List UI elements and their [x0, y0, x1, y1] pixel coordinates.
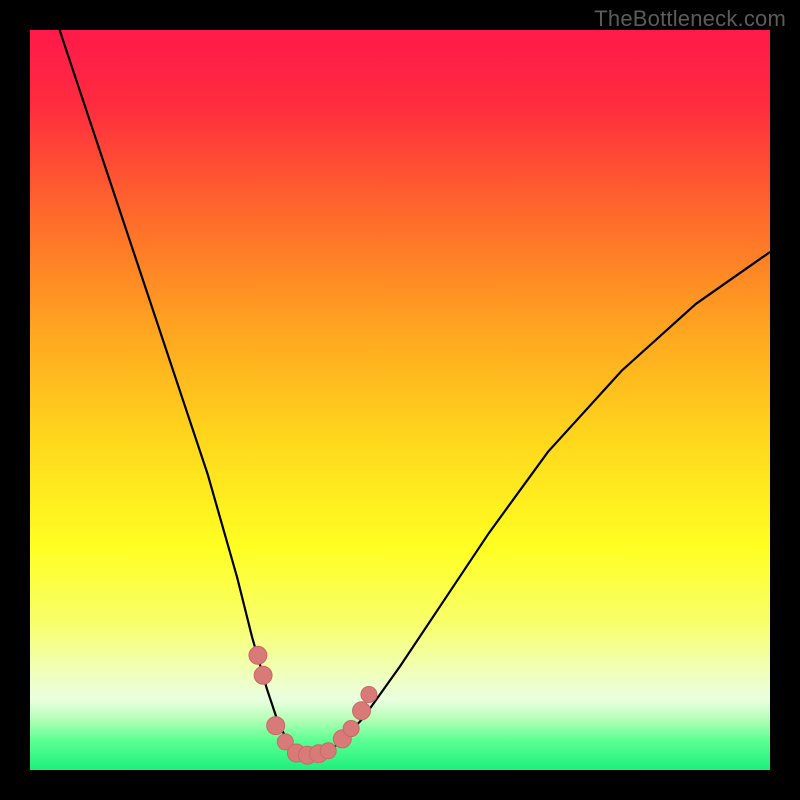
- watermark-text: TheBottleneck.com: [594, 6, 786, 32]
- marker-point: [267, 717, 285, 735]
- curve-svg: [30, 30, 770, 770]
- marker-point: [249, 646, 267, 664]
- chart-frame: TheBottleneck.com: [0, 0, 800, 800]
- marker-point: [343, 721, 359, 737]
- bottleneck-curve: [60, 30, 770, 755]
- marker-point: [254, 666, 272, 684]
- marker-point: [353, 702, 371, 720]
- markers-group: [249, 646, 377, 764]
- marker-point: [320, 743, 336, 759]
- plot-area: [30, 30, 770, 770]
- marker-point: [361, 687, 377, 703]
